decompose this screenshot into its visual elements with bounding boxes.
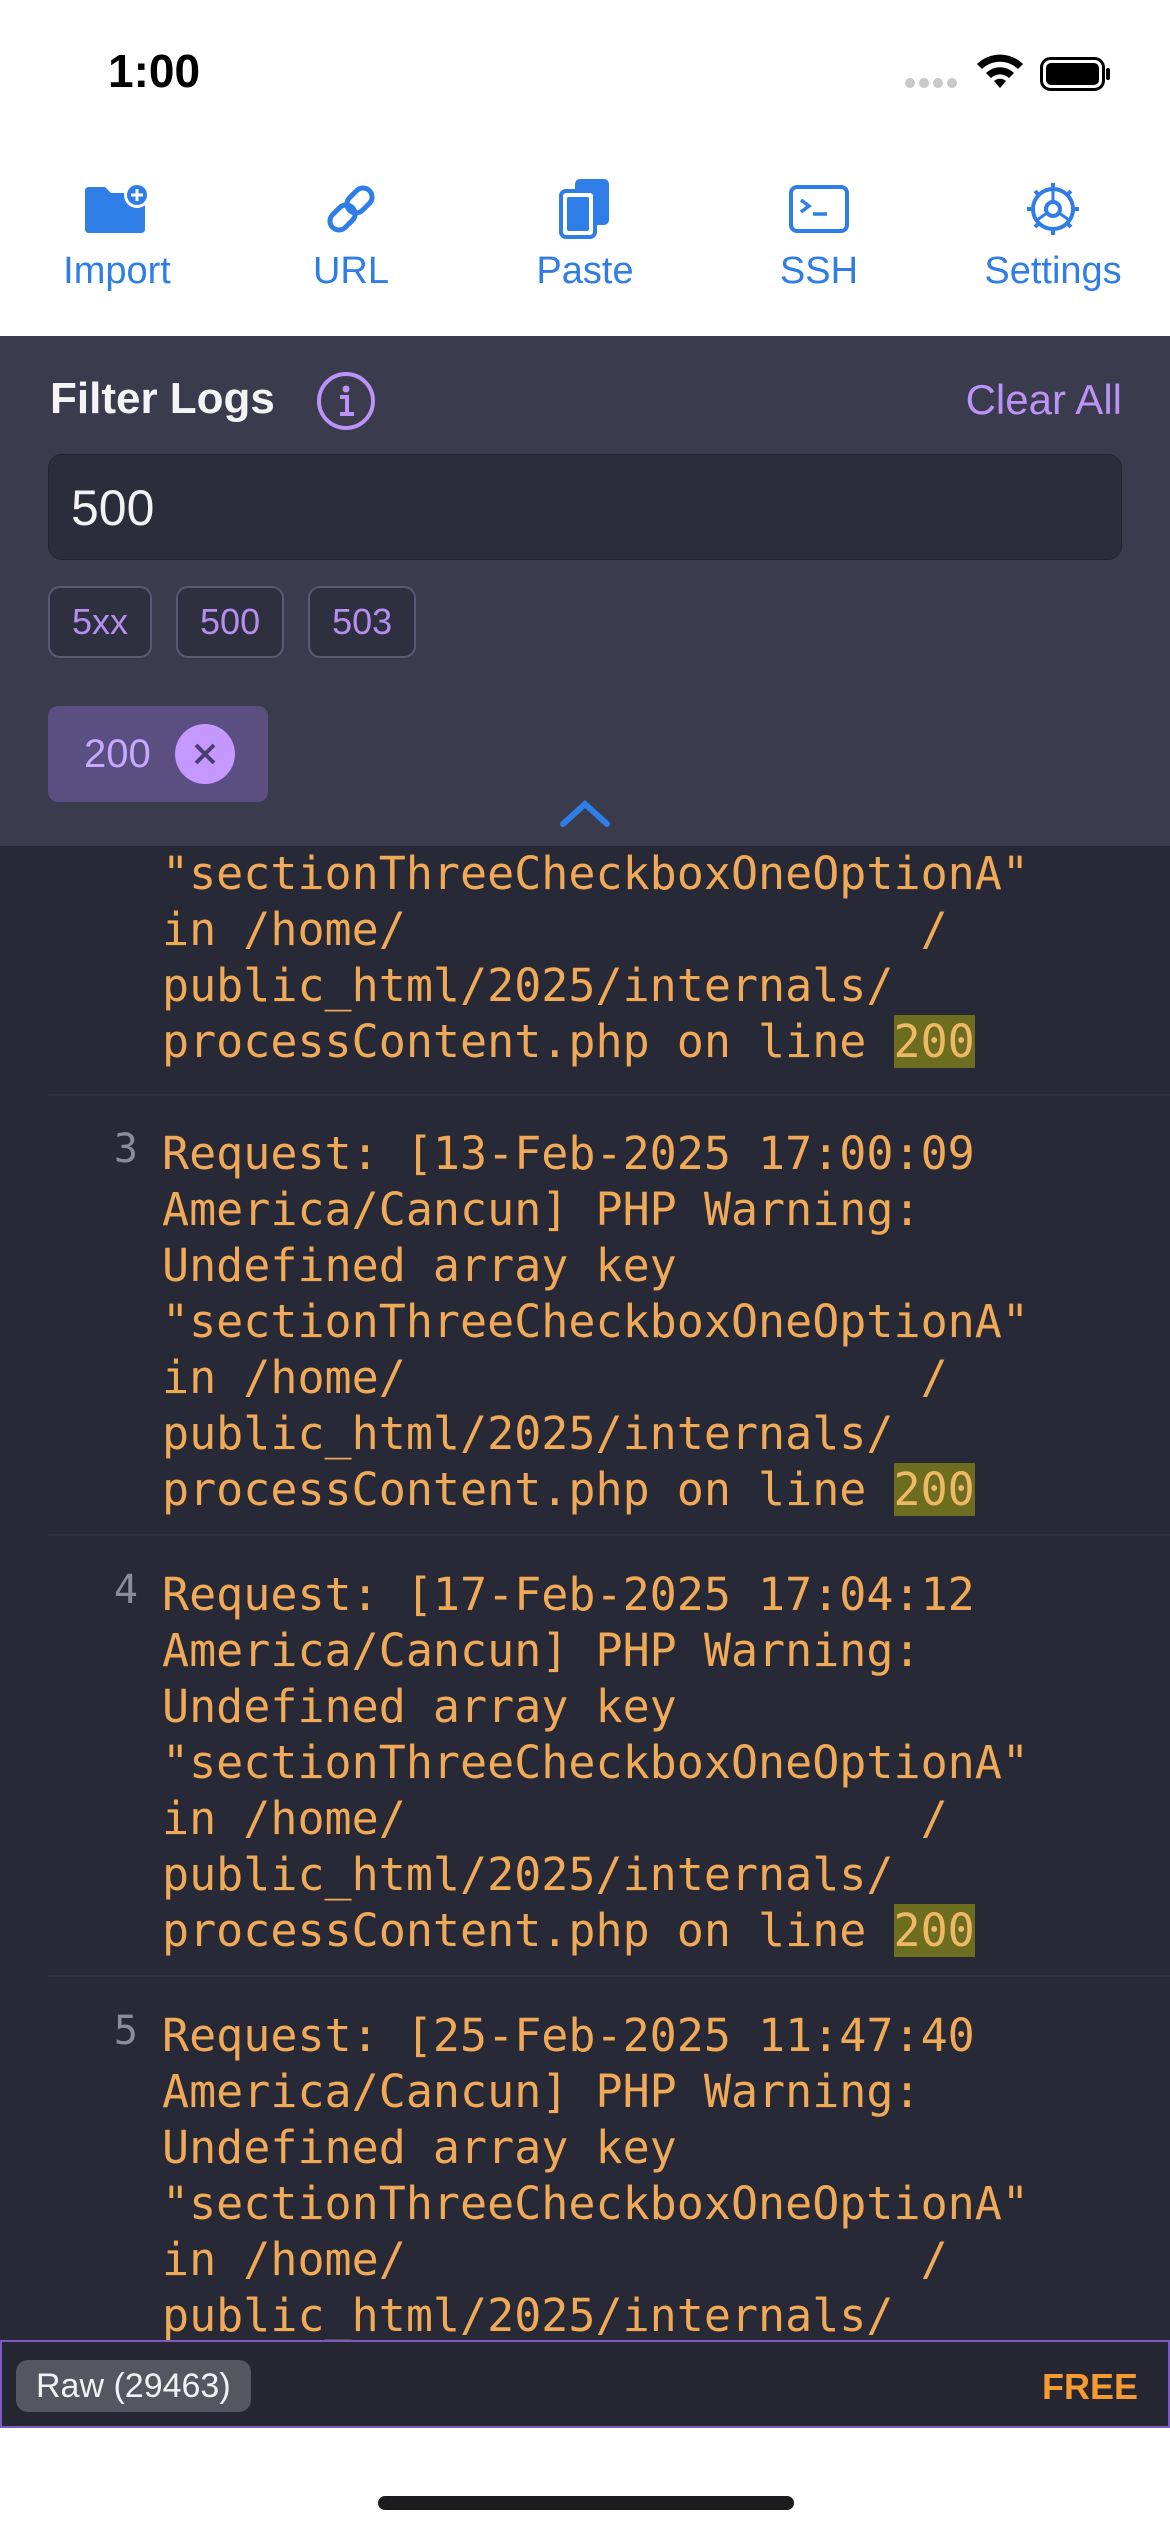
active-filter-label: 200 xyxy=(84,731,151,776)
log-line: public_html/2025/internals/ xyxy=(162,2289,894,2340)
filter-title: Filter Logs xyxy=(50,374,275,423)
import-button[interactable]: Import xyxy=(0,150,234,336)
filter-input[interactable]: 500 xyxy=(48,454,1122,560)
log-line: in /home/ / xyxy=(162,1792,948,1845)
log-line: "sectionThreeCheckboxOneOptionA" xyxy=(162,1736,1029,1789)
log-line: in /home/ / xyxy=(162,2233,948,2286)
log-line-prefix: processContent.php on line xyxy=(162,1904,894,1957)
url-label: URL xyxy=(312,250,390,292)
line-number: 3 xyxy=(113,1126,138,1172)
link-icon xyxy=(315,178,387,240)
paste-label: Paste xyxy=(536,250,634,292)
settings-label: Settings xyxy=(984,250,1122,292)
plan-label[interactable]: FREE xyxy=(1042,2366,1138,2408)
log-line: Request: [13-Feb-2025 17:00:09 xyxy=(162,1127,975,1180)
log-line: Undefined array key xyxy=(162,2121,677,2174)
log-line: public_html/2025/internals/ xyxy=(162,1407,894,1460)
line-number: 4 xyxy=(113,1567,138,1613)
log-line: processContent.php on line 200 xyxy=(162,1462,1162,1518)
log-line: processContent.php on line 200 xyxy=(162,1903,1162,1959)
highlight-match: 200 xyxy=(893,1463,975,1516)
highlight-match: 200 xyxy=(893,1904,975,1957)
status-bar: 1:00 xyxy=(0,0,1170,150)
cellular-signal-icon xyxy=(905,78,959,92)
filter-panel: Filter Logs Clear All 500 5xx 500 503 20… xyxy=(0,336,1170,846)
divider xyxy=(48,1975,1170,1977)
log-line-prefix: processContent.php on line xyxy=(162,1015,894,1068)
toolbar: Import URL Paste SSH Settings xyxy=(0,150,1170,336)
terminal-icon xyxy=(783,178,855,240)
divider xyxy=(48,1534,1170,1536)
line-number: 5 xyxy=(113,2008,138,2054)
suggestion-chip[interactable]: 503 xyxy=(308,586,417,658)
log-line: Undefined array key xyxy=(162,1680,677,1733)
wifi-icon xyxy=(977,54,1023,88)
ssh-label: SSH xyxy=(779,250,859,292)
suggestion-chip[interactable]: 5xx xyxy=(48,586,153,658)
log-line: "sectionThreeCheckboxOneOptionA" xyxy=(162,847,1029,900)
log-line: "sectionThreeCheckboxOneOptionA" xyxy=(162,2177,1029,2230)
home-indicator[interactable] xyxy=(378,2496,794,2510)
url-button[interactable]: URL xyxy=(234,150,468,336)
log-list[interactable]: "sectionThreeCheckboxOneOptionA" in /hom… xyxy=(0,846,1170,2340)
home-area xyxy=(0,2428,1170,2532)
log-line: public_html/2025/internals/ xyxy=(162,1848,894,1901)
active-filter-chip[interactable]: 200 xyxy=(48,706,268,802)
log-line: America/Cancun] PHP Warning: xyxy=(162,2065,921,2118)
paste-button[interactable]: Paste xyxy=(468,150,702,336)
highlight-match: 200 xyxy=(893,1015,975,1068)
gear-icon xyxy=(1017,178,1089,240)
log-line: Request: [25-Feb-2025 11:47:40 xyxy=(162,2009,975,2062)
chevron-up-icon[interactable] xyxy=(555,794,615,834)
log-line: "sectionThreeCheckboxOneOptionA" xyxy=(162,1295,1029,1348)
log-line-prefix: processContent.php on line xyxy=(162,1463,894,1516)
log-line: Request: [17-Feb-2025 17:04:12 xyxy=(162,1568,975,1621)
paste-icon xyxy=(549,178,621,240)
suggestion-chip[interactable]: 500 xyxy=(176,586,285,658)
suggestion-chips: 5xx 500 503 xyxy=(48,586,417,658)
import-label: Import xyxy=(63,250,171,292)
log-line: in /home/ / xyxy=(162,903,948,956)
log-line: America/Cancun] PHP Warning: xyxy=(162,1183,921,1236)
status-time: 1:00 xyxy=(108,45,201,97)
bottom-bar: Raw (29463) FREE xyxy=(0,2340,1170,2428)
clear-all-button[interactable]: Clear All xyxy=(966,376,1122,424)
remove-filter-icon[interactable] xyxy=(174,724,235,784)
log-line: public_html/2025/internals/ xyxy=(162,959,894,1012)
log-line: processContent.php on line 200 xyxy=(162,1014,1162,1070)
log-line: America/Cancun] PHP Warning: xyxy=(162,1624,921,1677)
info-icon[interactable] xyxy=(315,370,377,432)
log-line: in /home/ / xyxy=(162,1351,948,1404)
divider xyxy=(48,1094,1170,1096)
settings-button[interactable]: Settings xyxy=(936,150,1170,336)
raw-count-badge[interactable]: Raw (29463) xyxy=(16,2360,251,2412)
folder-plus-icon xyxy=(81,178,153,240)
log-line: Undefined array key xyxy=(162,1239,677,1292)
ssh-button[interactable]: SSH xyxy=(702,150,936,336)
battery-icon xyxy=(1040,57,1110,91)
